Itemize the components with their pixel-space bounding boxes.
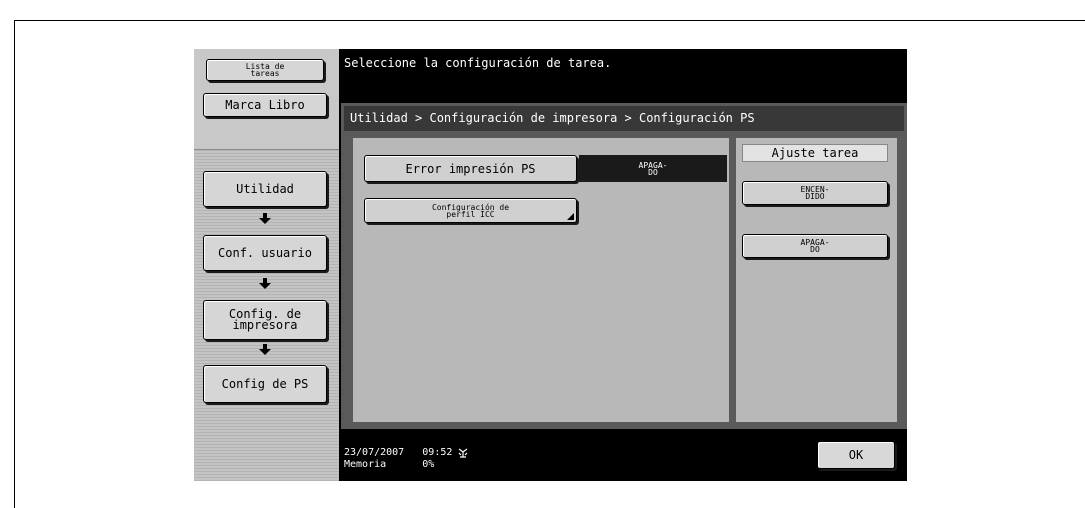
- down-arrow-icon: [259, 213, 271, 224]
- status-footer: 23/07/2007 09:52 Memoria 0%: [344, 447, 452, 471]
- sidebar: Lista de tareas Marca Libro Utilidad Con…: [194, 49, 339, 481]
- submenu-corner-icon: [567, 213, 574, 220]
- sidebar-divider: [194, 149, 339, 150]
- settings-panel: Utilidad > Configuración de impresora > …: [341, 103, 907, 429]
- nav-utility-button[interactable]: Utilidad: [203, 171, 327, 207]
- page-frame-top: [14, 20, 1085, 21]
- down-arrow-icon: [259, 344, 271, 355]
- settings-list-area: Error impresión PS APAGA- DO Configuraci…: [353, 138, 729, 422]
- nav-user-settings-button[interactable]: Conf. usuario: [203, 235, 327, 271]
- control-panel-screen: Lista de tareas Marca Libro Utilidad Con…: [194, 49, 907, 481]
- bookmark-button[interactable]: Marca Libro: [203, 93, 327, 117]
- ok-button[interactable]: OK: [817, 441, 895, 469]
- ps-error-print-button[interactable]: Error impresión PS: [364, 155, 577, 182]
- off-button[interactable]: APAGA- DO: [742, 234, 888, 258]
- network-status-icon: [457, 447, 469, 459]
- icc-profile-settings-button[interactable]: Configuración de perfil ICC: [364, 198, 577, 223]
- ps-error-value: APAGA- DO: [579, 155, 727, 182]
- memory-label: Memoria: [344, 459, 387, 470]
- breadcrumb-bar: Utilidad > Configuración de impresora > …: [344, 106, 904, 131]
- time-text: 09:52: [422, 447, 453, 458]
- page-frame-left: [14, 20, 15, 508]
- job-setting-header: Ajuste tarea: [742, 144, 888, 162]
- memory-value: 0%: [422, 459, 435, 470]
- nav-ps-settings-button[interactable]: Config de PS: [203, 365, 327, 403]
- job-setting-area: Ajuste tarea ENCEN- DIDO APAGA- DO: [736, 138, 897, 422]
- nav-printer-settings-button[interactable]: Config. de impresora: [203, 300, 327, 340]
- date-text: 23/07/2007: [344, 447, 405, 458]
- breadcrumb: Utilidad > Configuración de impresora > …: [350, 111, 755, 125]
- down-arrow-icon: [259, 278, 271, 289]
- on-button[interactable]: ENCEN- DIDO: [742, 181, 888, 205]
- icc-profile-label: Configuración de perfil ICC: [431, 202, 510, 219]
- instruction-message: Seleccione la configuración de tarea.: [344, 56, 612, 70]
- job-list-button[interactable]: Lista de tareas: [206, 59, 324, 81]
